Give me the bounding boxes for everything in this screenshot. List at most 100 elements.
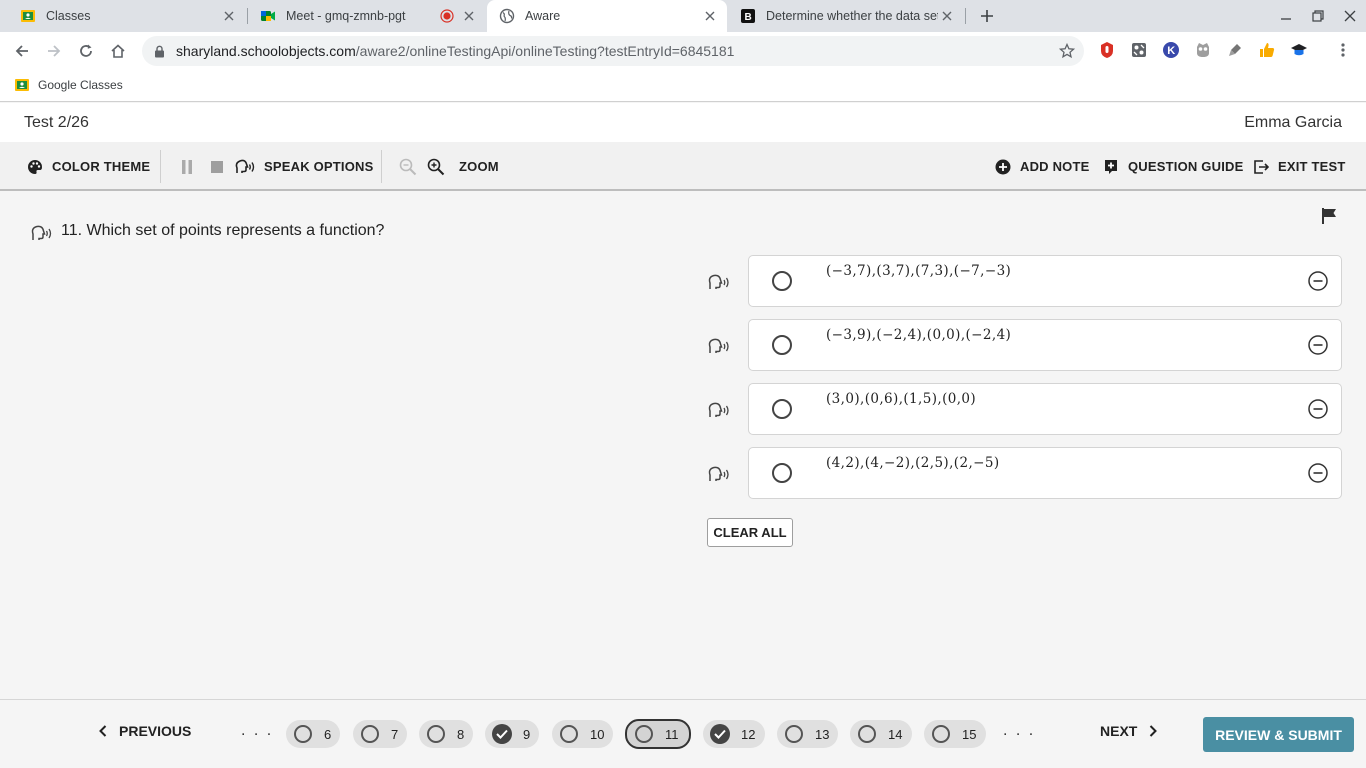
new-tab-plus-icon[interactable] bbox=[976, 5, 998, 27]
eliminate-minus-icon[interactable] bbox=[1308, 271, 1328, 291]
close-icon[interactable] bbox=[938, 7, 956, 25]
close-icon[interactable] bbox=[701, 7, 719, 25]
speak-option-icon[interactable] bbox=[707, 337, 733, 355]
google-classroom-icon bbox=[20, 8, 36, 24]
question-pill-7[interactable]: 7 bbox=[353, 720, 407, 748]
question-number: 10 bbox=[590, 726, 605, 742]
question-pill-13[interactable]: 13 bbox=[777, 720, 838, 748]
question-pill-9[interactable]: 9 bbox=[485, 720, 539, 748]
zoom-label: ZOOM bbox=[459, 159, 499, 174]
tab-determine[interactable]: B Determine whether the data sets bbox=[728, 0, 964, 32]
eliminate-minus-icon[interactable] bbox=[1308, 463, 1328, 483]
previous-button[interactable]: PREVIOUS bbox=[99, 723, 191, 739]
question-pill-12[interactable]: 12 bbox=[703, 720, 765, 748]
next-button[interactable]: NEXT bbox=[1100, 723, 1158, 739]
extension-owl-icon[interactable] bbox=[1194, 41, 1212, 59]
extension-graduation-cap-icon[interactable] bbox=[1290, 41, 1308, 59]
option-text: (3,0),(0,6),(1,5),(0,0) bbox=[826, 391, 977, 407]
zoom-in-button[interactable] bbox=[427, 142, 453, 191]
stop-button[interactable] bbox=[208, 142, 234, 191]
more-questions-after[interactable]: . . . bbox=[1003, 722, 1035, 740]
flag-icon[interactable] bbox=[1321, 207, 1339, 225]
student-name: Emma Garcia bbox=[1244, 114, 1342, 131]
browser-tab-strip: Classes Meet - gmq-zmnb-pgt Aware B Dete… bbox=[0, 0, 1366, 32]
unanswered-circle-icon bbox=[635, 725, 653, 743]
answered-check-icon bbox=[492, 724, 512, 744]
lock-icon bbox=[152, 44, 166, 58]
chevron-right-icon bbox=[1149, 725, 1158, 737]
tab-meet[interactable]: Meet - gmq-zmnb-pgt bbox=[248, 0, 486, 32]
radio-button[interactable] bbox=[772, 335, 792, 355]
question-pill-15[interactable]: 15 bbox=[924, 720, 986, 748]
extension-puzzle-icon[interactable] bbox=[1130, 41, 1148, 59]
address-bar[interactable]: sharyland.schoolobjects.com/aware2/onlin… bbox=[142, 36, 1084, 66]
exit-test-button[interactable]: EXIT TEST bbox=[1252, 142, 1346, 191]
tab-aware[interactable]: Aware bbox=[487, 0, 727, 32]
answer-option-b[interactable]: (−3,9),(−2,4),(0,0),(−2,4) bbox=[748, 319, 1342, 371]
pause-button[interactable] bbox=[178, 142, 204, 191]
radio-button[interactable] bbox=[772, 271, 792, 291]
question-guide-label: QUESTION GUIDE bbox=[1128, 159, 1244, 174]
answer-option-d[interactable]: (4,2),(4,−2),(2,5),(2,−5) bbox=[748, 447, 1342, 499]
unanswered-circle-icon bbox=[932, 725, 950, 743]
add-note-label: ADD NOTE bbox=[1020, 159, 1090, 174]
add-note-button[interactable]: ADD NOTE bbox=[994, 142, 1090, 191]
question-pill-11-current[interactable]: 11 bbox=[625, 719, 691, 749]
eliminate-minus-icon[interactable] bbox=[1308, 399, 1328, 419]
review-submit-button[interactable]: REVIEW & SUBMIT bbox=[1203, 717, 1354, 752]
extension-thumbs-up-icon[interactable] bbox=[1258, 41, 1276, 59]
toolbar-divider bbox=[160, 150, 161, 183]
close-icon[interactable] bbox=[460, 7, 478, 25]
option-text: (4,2),(4,−2),(2,5),(2,−5) bbox=[826, 455, 1000, 471]
option-text: (−3,9),(−2,4),(0,0),(−2,4) bbox=[826, 327, 1012, 343]
tab-classes[interactable]: Classes bbox=[8, 0, 246, 32]
question-guide-button[interactable]: QUESTION GUIDE bbox=[1102, 142, 1243, 191]
tab-title: Meet - gmq-zmnb-pgt bbox=[286, 9, 406, 23]
pause-icon bbox=[178, 158, 196, 176]
radio-button[interactable] bbox=[772, 463, 792, 483]
close-icon[interactable] bbox=[220, 7, 238, 25]
url-path: /aware2/onlineTestingApi/onlineTesting?t… bbox=[355, 43, 735, 59]
minimize-icon[interactable] bbox=[1274, 4, 1298, 28]
exit-test-label: EXIT TEST bbox=[1278, 159, 1346, 174]
tab-title: Classes bbox=[46, 9, 91, 23]
question-pill-14[interactable]: 14 bbox=[850, 720, 912, 748]
extension-dropper-icon[interactable] bbox=[1226, 41, 1244, 59]
speak-option-icon[interactable] bbox=[707, 465, 733, 483]
menu-kebab-icon[interactable] bbox=[1334, 41, 1352, 59]
radio-button[interactable] bbox=[772, 399, 792, 419]
answer-option-c[interactable]: (3,0),(0,6),(1,5),(0,0) bbox=[748, 383, 1342, 435]
bookmark-google-classes[interactable]: Google Classes bbox=[14, 77, 123, 93]
question-text: 11. Which set of points represents a fun… bbox=[61, 222, 385, 239]
eliminate-minus-icon[interactable] bbox=[1308, 335, 1328, 355]
home-icon[interactable] bbox=[106, 39, 130, 63]
forward-arrow-icon[interactable] bbox=[42, 39, 66, 63]
option-text: (−3,7),(3,7),(7,3),(−7,−3) bbox=[826, 263, 1012, 279]
question-number: 8 bbox=[457, 726, 465, 742]
tab-title: Determine whether the data sets bbox=[766, 9, 938, 23]
speak-question-icon[interactable] bbox=[30, 224, 54, 242]
speak-option-icon[interactable] bbox=[707, 401, 733, 419]
question-navigation: PREVIOUS . . . 6 7 8 9 10 11 12 13 14 15… bbox=[0, 699, 1366, 768]
extension-red-hand-icon[interactable] bbox=[1098, 41, 1116, 59]
speak-option-icon[interactable] bbox=[707, 273, 733, 291]
restore-icon[interactable] bbox=[1306, 4, 1330, 28]
question-pill-6[interactable]: 6 bbox=[286, 720, 340, 748]
color-theme-button[interactable]: COLOR THEME bbox=[26, 142, 150, 191]
answer-option-a[interactable]: (−3,7),(3,7),(7,3),(−7,−3) bbox=[748, 255, 1342, 307]
more-questions-before[interactable]: . . . bbox=[241, 722, 273, 740]
unanswered-circle-icon bbox=[560, 725, 578, 743]
window-close-icon[interactable] bbox=[1338, 4, 1362, 28]
clear-all-button[interactable]: CLEAR ALL bbox=[707, 518, 793, 547]
question-number: 13 bbox=[815, 726, 830, 742]
back-arrow-icon[interactable] bbox=[10, 39, 34, 63]
extension-kami-icon[interactable]: K bbox=[1162, 41, 1180, 59]
speak-options-label: SPEAK OPTIONS bbox=[264, 159, 374, 174]
google-classroom-icon bbox=[14, 77, 30, 93]
speak-options-button[interactable]: SPEAK OPTIONS bbox=[234, 142, 374, 191]
question-pill-8[interactable]: 8 bbox=[419, 720, 473, 748]
question-pill-10[interactable]: 10 bbox=[552, 720, 613, 748]
zoom-out-button[interactable] bbox=[399, 142, 425, 191]
bookmark-star-icon[interactable] bbox=[1058, 42, 1076, 60]
reload-icon[interactable] bbox=[74, 39, 98, 63]
